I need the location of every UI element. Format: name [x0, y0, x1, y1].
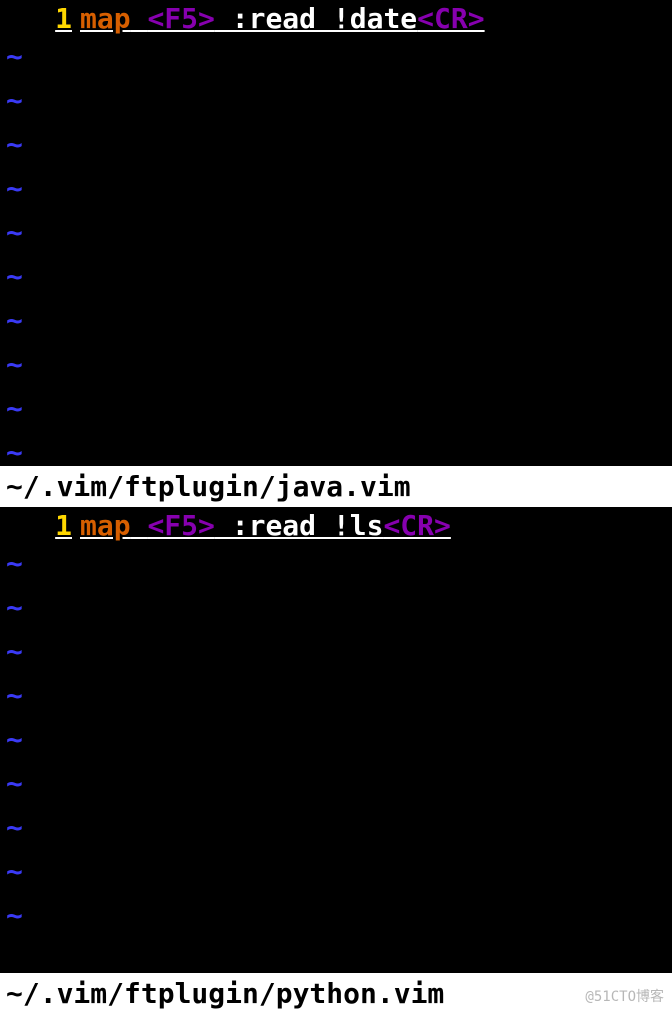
tilde-line: ~	[0, 387, 672, 431]
tilde-line: ~	[0, 586, 672, 630]
empty-lines-bottom: ~~~~~~~~~	[0, 542, 672, 973]
line-number: 1	[0, 509, 80, 542]
tilde-line: ~	[0, 762, 672, 806]
line-number: 1	[0, 2, 80, 35]
tilde-line: ~	[0, 674, 672, 718]
keyword-map: map	[80, 509, 131, 542]
code-content: map <F5> :read !date<CR>	[80, 2, 485, 35]
tilde-line: ~	[0, 542, 672, 586]
status-bar-bottom: ~/.vim/ftplugin/python.vim	[0, 973, 672, 1014]
status-bar-top: ~/.vim/ftplugin/java.vim	[0, 466, 672, 507]
tilde-line: ~	[0, 299, 672, 343]
tilde-line: ~	[0, 211, 672, 255]
tilde-line: ~	[0, 806, 672, 850]
tilde-line: ~	[0, 850, 672, 894]
editor-pane-top[interactable]: 1 map <F5> :read !date<CR> ~~~~~~~~~~	[0, 0, 672, 466]
tilde-line: ~	[0, 630, 672, 674]
tilde-line: ~	[0, 343, 672, 387]
keyword-map: map	[80, 2, 131, 35]
tilde-line: ~	[0, 35, 672, 79]
code-line[interactable]: 1 map <F5> :read !ls<CR>	[0, 507, 672, 542]
tilde-line: ~	[0, 79, 672, 123]
tilde-line: ~	[0, 431, 672, 466]
command-text: :read !date	[215, 2, 417, 35]
key-binding: <F5>	[147, 509, 214, 542]
key-binding: <F5>	[147, 2, 214, 35]
code-content: map <F5> :read !ls<CR>	[80, 509, 451, 542]
tilde-line: ~	[0, 167, 672, 211]
tilde-line: ~	[0, 718, 672, 762]
tilde-line: ~	[0, 123, 672, 167]
editor-pane-bottom[interactable]: 1 map <F5> :read !ls<CR> ~~~~~~~~~	[0, 507, 672, 973]
code-line[interactable]: 1 map <F5> :read !date<CR>	[0, 0, 672, 35]
command-text: :read !ls	[215, 509, 384, 542]
empty-lines-top: ~~~~~~~~~~	[0, 35, 672, 466]
cr-token: <CR>	[383, 509, 450, 542]
tilde-line: ~	[0, 255, 672, 299]
tilde-line: ~	[0, 894, 672, 938]
watermark: @51CTO博客	[585, 986, 664, 1006]
cr-token: <CR>	[417, 2, 484, 35]
